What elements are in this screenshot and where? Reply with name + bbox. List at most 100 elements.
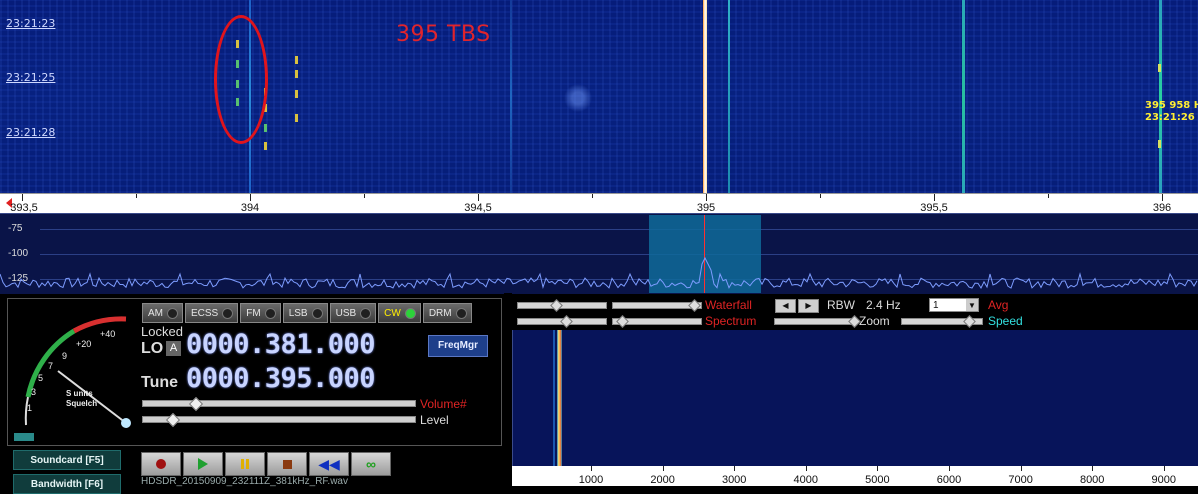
mode-label: USB <box>335 307 357 319</box>
record-icon <box>156 459 166 469</box>
volume-label: Volume# <box>420 397 467 411</box>
smeter-scale-label: 1 <box>27 403 33 413</box>
spectrum-label: Spectrum <box>705 314 757 328</box>
loop-button[interactable]: ∞ <box>351 452 391 476</box>
scale-label: 1000 <box>578 474 604 486</box>
scale-tick <box>250 194 251 201</box>
mode-label: LSB <box>288 307 308 319</box>
scale-minor-tick <box>820 194 821 198</box>
led-icon <box>264 307 276 319</box>
frequency-scale[interactable]: 393,5 394 394,5 395 395,5 396 <box>0 193 1198 214</box>
rewind-button[interactable]: ◀◀ <box>309 452 349 476</box>
rbw-value: 2.4 Hz <box>866 298 901 312</box>
soundcard-button[interactable]: Soundcard [F5] <box>13 450 121 470</box>
recording-filename: HDSDR_20150909_232111Z_381kHz_RF.wav <box>141 476 348 487</box>
rbw-label: RBW <box>827 298 855 312</box>
smeter-scale-label: +40 <box>100 329 116 339</box>
mode-button-lsb[interactable]: LSB <box>282 303 328 323</box>
audio-frequency-scale[interactable]: 1000 2000 3000 4000 5000 6000 7000 8000 9000 <box>512 466 1198 486</box>
keyed-signal-dash <box>264 142 267 150</box>
panel-divider <box>504 293 512 486</box>
avg-select[interactable]: 1 ▼ <box>929 298 979 312</box>
pause-icon <box>241 459 249 469</box>
led-icon <box>455 307 467 319</box>
pause-button[interactable] <box>225 452 265 476</box>
marker-time: 23:21:26 <box>1145 112 1195 123</box>
zoom-slider[interactable] <box>774 318 856 325</box>
rbw-increase-button[interactable]: ▶ <box>798 299 819 313</box>
marker-frequency: 395 958 H <box>1145 100 1198 111</box>
rbw-decrease-button[interactable]: ◀ <box>775 299 796 313</box>
signal-trace <box>728 0 730 193</box>
keyed-signal-dash <box>295 70 298 78</box>
bandwidth-button[interactable]: Bandwidth [F6] <box>13 474 121 494</box>
freqmgr-button[interactable]: FreqMgr <box>428 335 488 357</box>
scale-tick <box>591 466 592 471</box>
spectrum-trace <box>0 256 1198 290</box>
squelch-indicator <box>14 433 34 441</box>
rbw-stepper: ◀ ▶ <box>775 299 819 313</box>
zoom-label: Zoom <box>859 314 890 328</box>
audio-signal-trace <box>553 330 555 466</box>
cursor-marker-label: 395 958 H 23:21:26 <box>1145 100 1198 124</box>
scale-label: 6000 <box>936 474 962 486</box>
volume-slider[interactable] <box>142 400 416 407</box>
keyed-signal-dash <box>1158 140 1161 148</box>
squelch-label[interactable]: Squelch <box>66 399 97 408</box>
audio-waterfall[interactable] <box>512 330 1198 466</box>
led-icon <box>360 307 372 319</box>
mode-button-usb[interactable]: USB <box>329 303 377 323</box>
waterfall-time-label: 23:21:25 <box>6 71 56 84</box>
record-button[interactable] <box>141 452 181 476</box>
tune-label: Tune <box>141 374 179 391</box>
waterfall-time-label: 23:21:28 <box>6 126 56 139</box>
mode-label: AM <box>148 307 163 319</box>
signal-trace <box>962 0 965 193</box>
smeter-scale-label: 9 <box>62 351 68 361</box>
waterfall-label: Waterfall <box>705 298 752 312</box>
play-button[interactable] <box>183 452 223 476</box>
smeter-scale-label: +20 <box>76 339 92 349</box>
scale-label: 4000 <box>793 474 819 486</box>
scale-tick <box>1020 466 1022 471</box>
display-settings-panel: Waterfall ◀ ▶ RBW 2.4 Hz 1 ▼ Avg Spectrum… <box>512 298 1198 330</box>
scale-tick <box>662 466 664 471</box>
lo-badge[interactable]: A <box>166 341 181 356</box>
mode-button-fm[interactable]: FM <box>240 303 281 323</box>
smeter-scale-label: 3 <box>31 387 37 397</box>
waterfall-time-label: 23:21:23 <box>6 17 56 30</box>
scale-label: 8000 <box>1079 474 1105 486</box>
mode-selector: AM ECSS FM LSB USB CW DRM <box>142 303 472 323</box>
led-icon <box>222 307 234 319</box>
loop-icon: ∞ <box>366 456 376 472</box>
scale-tick <box>478 194 479 201</box>
led-icon <box>311 307 323 319</box>
chevron-down-icon: ▼ <box>966 299 978 311</box>
smeter-scale-label: 5 <box>38 373 44 383</box>
mode-button-drm[interactable]: DRM <box>422 303 472 323</box>
spectrum-display[interactable]: -75 -100 -125 <box>0 213 1198 294</box>
main-waterfall[interactable]: 23:21:23 23:21:25 23:21:28 395 TBS 395 9… <box>0 0 1198 193</box>
tune-frequency-readout[interactable]: 0000.395.000 <box>186 363 376 394</box>
level-slider[interactable] <box>142 416 416 423</box>
mode-button-ecss[interactable]: ECSS <box>185 303 239 323</box>
stop-button[interactable] <box>267 452 307 476</box>
rewind-icon: ◀◀ <box>318 455 340 472</box>
scale-tick <box>805 466 807 471</box>
mode-label: CW <box>384 307 401 319</box>
lo-frequency-readout[interactable]: 0000.381.000 <box>186 329 376 360</box>
scale-label: 2000 <box>650 474 675 486</box>
signal-trace <box>703 0 707 193</box>
mode-button-cw[interactable]: CW <box>378 303 421 323</box>
s-meter: +40 +20 9 7 5 3 1 S units Squelch <box>14 307 132 428</box>
smeter-caption: S units <box>66 389 93 398</box>
mode-button-am[interactable]: AM <box>142 303 183 323</box>
led-icon <box>404 307 416 319</box>
scale-tick <box>1092 466 1094 471</box>
scale-minor-tick <box>364 194 365 198</box>
mode-label: DRM <box>428 307 452 319</box>
level-label: Level <box>420 413 449 427</box>
led-icon <box>167 307 178 319</box>
scale-label: 9000 <box>1151 474 1177 486</box>
annotation-text: 395 TBS <box>396 22 491 47</box>
